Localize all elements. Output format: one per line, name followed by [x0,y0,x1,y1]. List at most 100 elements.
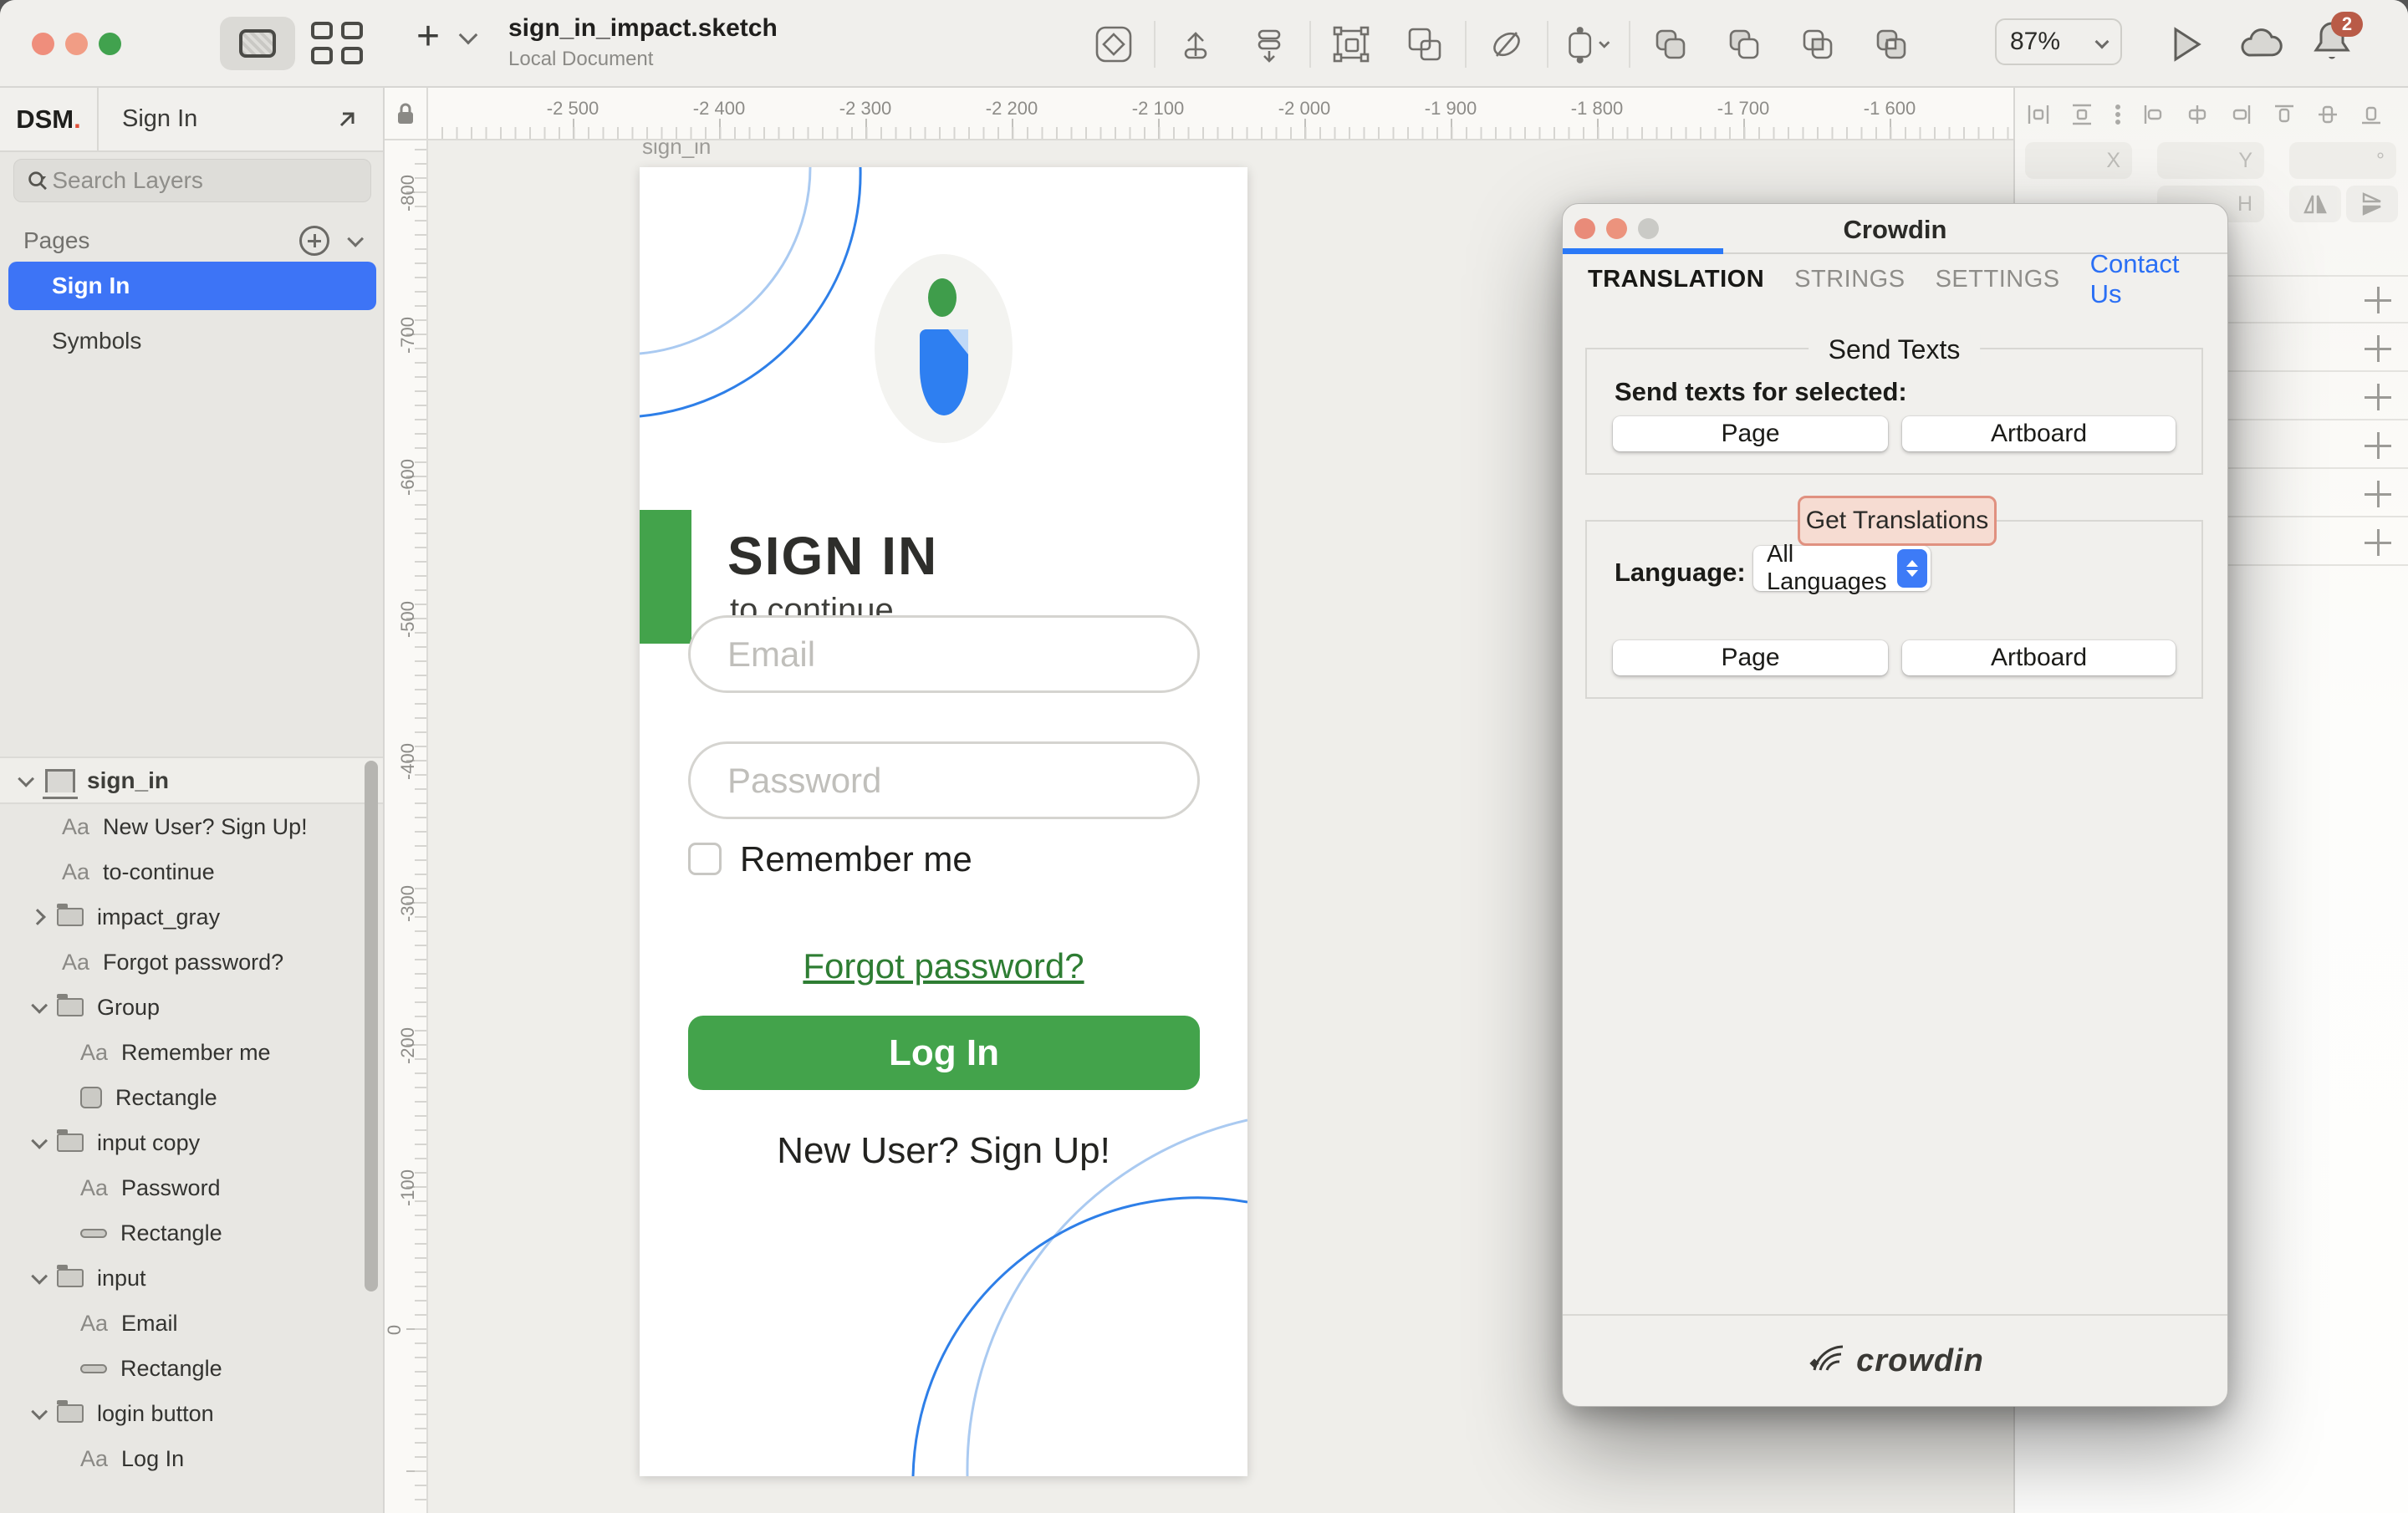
crowdin-tab-translation[interactable]: TRANSLATION [1588,266,1764,293]
flip-vertical-button[interactable] [2346,186,2398,222]
email-field[interactable] [688,615,1200,693]
password-field[interactable] [688,741,1200,819]
align-top-icon[interactable] [2273,103,2296,126]
align-middle-vertical-icon[interactable] [2316,103,2339,126]
boolean-difference-icon[interactable] [1866,19,1916,69]
pages-collapse-chevron-icon[interactable] [347,231,364,247]
layer-row[interactable]: AaLog In [0,1436,383,1481]
layer-row[interactable]: Rectangle [0,1346,383,1391]
log-in-button[interactable]: Log In [688,1016,1200,1090]
open-external-icon[interactable] [334,107,360,132]
layer-row[interactable]: Aato-continue [0,849,383,894]
window-zoom-button[interactable] [99,33,121,55]
sidebar-page-item[interactable]: Sign In [8,262,376,310]
move-backward-icon[interactable] [1244,19,1294,69]
sidebar-scrollbar[interactable] [365,761,378,1291]
zoom-level-dropdown[interactable]: 87% [1995,18,2122,65]
layer-row[interactable]: Rectangle [0,1210,383,1256]
ungroup-icon[interactable] [1400,19,1450,69]
chevron-down-icon[interactable] [31,1133,48,1149]
get-page-button[interactable]: Page [1613,640,1888,675]
artboard-layer-header[interactable]: sign_in [0,756,383,804]
rotation-field[interactable]: ° [2289,142,2396,179]
search-layers-field[interactable] [13,159,371,202]
y-position-field[interactable]: Y [2157,142,2264,179]
add-style-button[interactable] [2365,481,2391,507]
insert-chevron-icon[interactable] [462,28,475,46]
search-input[interactable] [52,167,359,194]
layer-row[interactable]: input [0,1256,383,1301]
chevron-right-icon[interactable] [29,909,46,925]
align-center-horizontal-icon[interactable] [2186,103,2209,126]
layer-row[interactable]: impact_gray [0,894,383,940]
add-style-button[interactable] [2365,529,2391,556]
layer-row[interactable]: AaEmail [0,1301,383,1346]
more-options-icon[interactable] [2114,103,2122,126]
sidebar-page-item[interactable]: Symbols [8,317,376,365]
lock-icon[interactable] [395,101,416,126]
symbol-icon[interactable] [1089,19,1139,69]
preview-play-button[interactable] [2171,25,2204,68]
layer-row[interactable]: AaRemember me [0,1030,383,1075]
language-dropdown[interactable]: All Languages [1753,546,1931,591]
send-page-button[interactable]: Page [1613,416,1888,451]
align-right-icon[interactable] [2229,103,2252,126]
layer-row[interactable]: AaPassword [0,1165,383,1210]
layer-row[interactable]: AaForgot password? [0,940,383,985]
add-page-button[interactable] [299,226,329,256]
boolean-intersect-icon[interactable] [1793,19,1843,69]
cloud-share-button[interactable] [2237,27,2284,64]
current-page-tab[interactable]: Sign In [99,88,383,150]
layer-row[interactable]: login button [0,1391,383,1436]
layer-row[interactable]: Rectangle [0,1075,383,1120]
layer-row[interactable]: AaNew User? Sign Up! [0,804,383,849]
dsm-label: DSM [16,104,74,135]
add-style-button[interactable] [2365,335,2391,362]
layer-name: Rectangle [120,1220,222,1246]
artboard-title[interactable]: sign_in [642,140,711,160]
canvas-view-toggle[interactable] [220,17,295,70]
vertical-ruler: -800-700-600-500-400-300-200-1000 [385,140,428,1513]
resize-icon[interactable] [1564,19,1614,69]
crowdin-tab-settings[interactable]: SETTINGS [1936,266,2060,293]
x-position-field[interactable]: X [2025,142,2132,179]
no-fill-icon[interactable] [1482,19,1532,69]
toolbar-icons [1077,0,1928,88]
add-style-button[interactable] [2365,287,2391,313]
sign-up-text[interactable]: New User? Sign Up! [640,1130,1247,1172]
layer-row[interactable]: input copy [0,1120,383,1165]
send-artboard-button[interactable]: Artboard [1902,416,2176,451]
get-artboard-button[interactable]: Artboard [1902,640,2176,675]
dropdown-stepper-icon[interactable] [1897,549,1927,588]
artboard[interactable]: SIGN IN to continue Remember me Forgot p… [640,167,1247,1476]
zoom-level-value: 87% [2010,28,2060,56]
chevron-down-icon[interactable] [31,1403,48,1420]
chevron-down-icon[interactable] [18,770,34,787]
align-bottom-icon[interactable] [2360,103,2383,126]
forgot-password-link[interactable]: Forgot password? [640,946,1247,986]
add-style-button[interactable] [2365,432,2391,459]
boolean-subtract-icon[interactable] [1719,19,1769,69]
boolean-union-icon[interactable] [1645,19,1696,69]
add-style-button[interactable] [2365,384,2391,410]
dsm-plugin-tab[interactable]: DSM. [0,88,99,150]
crowdin-tab-strings[interactable]: STRINGS [1794,266,1905,293]
insert-button[interactable]: + [416,13,440,59]
window-minimize-button[interactable] [65,33,88,55]
distribute-vertically-icon[interactable] [2070,103,2094,126]
grid-view-toggle[interactable] [311,22,365,65]
distribute-horizontally-icon[interactable] [2027,103,2050,126]
move-forward-icon[interactable] [1171,19,1221,69]
window-close-button[interactable] [32,33,54,55]
remember-me-checkbox[interactable] [688,843,722,875]
flip-horizontal-button[interactable] [2289,186,2341,222]
ruler-tick-label: -2 000 [1278,98,1330,120]
crowdin-plugin-window[interactable]: Crowdin TRANSLATIONSTRINGSSETTINGSContac… [1562,203,2228,1407]
layer-row[interactable]: Group [0,985,383,1030]
chevron-down-icon[interactable] [31,997,48,1014]
chevron-down-icon[interactable] [31,1268,48,1285]
get-translations-button[interactable]: Get Translations [1798,496,1997,546]
contact-us-link[interactable]: Contact Us [2090,249,2202,309]
align-left-icon[interactable] [2142,103,2166,126]
group-icon[interactable] [1326,19,1376,69]
